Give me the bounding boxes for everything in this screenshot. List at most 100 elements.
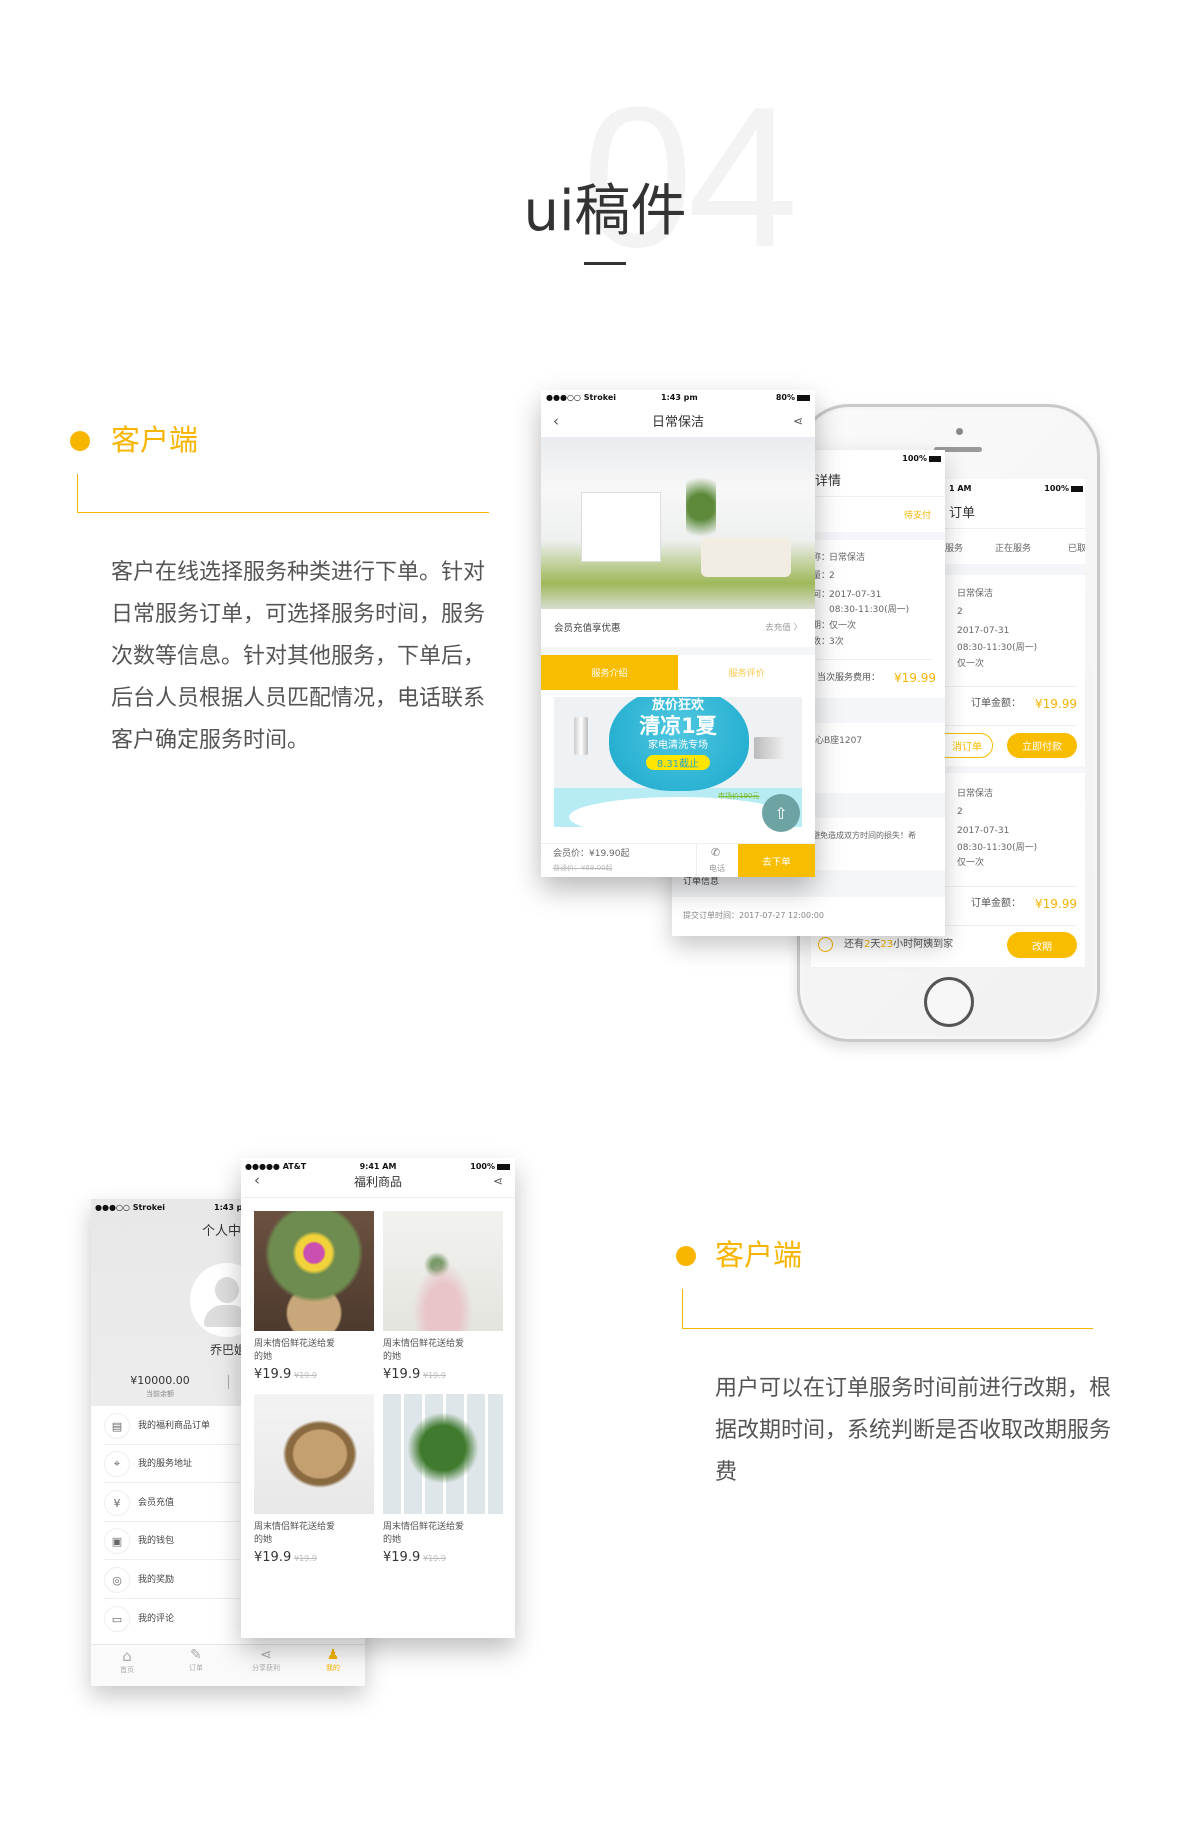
order-info-heading: 订单信息: [683, 877, 720, 887]
place-order-button[interactable]: 去下单: [738, 844, 815, 877]
status-time: 1 AM: [949, 484, 972, 493]
field-value: 日常保洁: [829, 553, 866, 563]
battery-icon: [797, 395, 810, 401]
order-icon: ✎: [190, 1647, 202, 1663]
product-card[interactable]: 周末情侣鲜花送给爱 的她 ¥19.9 ¥19.9: [254, 1211, 374, 1381]
divider: [77, 474, 78, 512]
battery-icon: [929, 456, 941, 462]
detail-title: 详情: [815, 474, 842, 489]
promo-label: 会员充值享优惠: [554, 623, 621, 634]
pay-now-button[interactable]: 立即付款: [1007, 733, 1077, 758]
cleaning-hero-image: [541, 437, 815, 609]
amount-label: 订单金额：: [971, 898, 1021, 909]
bento-image: [254, 1394, 374, 1514]
order-field: 日常保洁: [957, 789, 994, 799]
divider: [682, 1289, 683, 1328]
section1-title: 客户端: [111, 423, 199, 457]
flowers-image: [383, 1211, 503, 1331]
product-card[interactable]: 周末情侣鲜花送给爱 的她 ¥19.9 ¥19.9: [383, 1211, 503, 1381]
fee-label: 当次服务费用：: [817, 673, 881, 683]
clock-icon: [818, 937, 833, 952]
tab-mine[interactable]: ♟ 我的: [313, 1647, 353, 1685]
product-price: ¥19.9: [254, 1367, 292, 1382]
plant: [686, 467, 716, 547]
balance-label: 当前余额: [146, 1390, 174, 1398]
product-old-price: ¥19.9: [423, 1554, 446, 1563]
status-carrier: ●●●○○ Strokei: [95, 1203, 165, 1212]
section-number: 04: [582, 66, 798, 289]
home-icon: ⌂: [122, 1647, 132, 1665]
field-value: 仅一次: [829, 621, 857, 631]
product-card[interactable]: 周末情侣鲜花送给爱 的她 ¥19.9 ¥19.9: [254, 1394, 374, 1564]
product-old-price: ¥19.9: [294, 1554, 317, 1563]
submit-time: 提交订单时间：2017-07-27 12:00:00: [683, 911, 824, 920]
tab-service-reviews[interactable]: 服务评价: [678, 655, 815, 690]
menu-label: 我的钱包: [138, 1536, 175, 1546]
order-field: 日常保洁: [957, 589, 994, 599]
tab-share[interactable]: ⋖ 分享获利: [241, 1647, 291, 1685]
coins-icon: ◎: [104, 1567, 130, 1593]
title-underline: [584, 262, 626, 265]
product-name: 的她: [383, 1352, 402, 1362]
tab-home[interactable]: ⌂ 首页: [107, 1647, 147, 1685]
field-value: 2017-07-31: [829, 590, 882, 600]
tab-orders[interactable]: ✎ 订单: [176, 1647, 216, 1685]
plant-vase-image: [383, 1394, 503, 1514]
bullet-dot: [676, 1246, 696, 1266]
recharge-link[interactable]: 去充值 〉: [765, 624, 802, 633]
tab-service-intro[interactable]: 服务介绍: [541, 655, 678, 690]
fridge-image: [574, 717, 588, 755]
normal-price: 普通价：¥69.00起: [553, 864, 613, 872]
status-battery: 80%: [775, 393, 795, 402]
member-price: 会员价：¥19.90起: [553, 849, 630, 859]
product-name: 的她: [254, 1352, 273, 1362]
tab-cancelled[interactable]: 已取: [1068, 545, 1085, 554]
call-button[interactable]: ✆ 电话: [696, 844, 738, 877]
yen-icon: ¥: [104, 1490, 130, 1516]
battery-icon: [497, 1164, 510, 1170]
menu-label: 我的奖励: [138, 1575, 175, 1585]
product-old-price: ¥19.9: [294, 1371, 317, 1380]
order-status: 待支付: [903, 511, 931, 521]
product-name: 周末情侣鲜花送给爱: [254, 1522, 336, 1532]
tab-bar: ⌂ 首页 ✎ 订单 ⋖ 分享获利 ♟ 我的: [91, 1644, 365, 1686]
status-battery: 100%: [1044, 484, 1069, 493]
home-button[interactable]: [924, 977, 974, 1027]
page-title: ui稿件: [523, 179, 687, 244]
product-name: 周末情侣鲜花送给爱: [383, 1522, 465, 1532]
notice-text: 避免造成双方时间的损失！希: [812, 831, 916, 840]
nav-title: 福利商品: [353, 1175, 402, 1189]
product-price: ¥19.9: [254, 1550, 292, 1565]
comment-icon: ▭: [104, 1606, 130, 1632]
share-icon: ⋖: [260, 1647, 272, 1663]
bouquet-image: [254, 1211, 374, 1331]
product-name: 的她: [383, 1535, 402, 1545]
scroll-top-icon[interactable]: ⇧: [762, 794, 800, 832]
reschedule-button[interactable]: 改期: [1007, 932, 1077, 958]
share-icon[interactable]: ⋖: [493, 1175, 503, 1187]
field-value: 08:30-11:30(周一): [829, 605, 910, 615]
banner-line1: 放价狂欢: [651, 698, 704, 713]
tab-in-service[interactable]: 正在服务: [995, 545, 1031, 554]
welfare-goods-screen: ●●●●● AT&T 9:41 AM 100% ‹ 福利商品 ⋖ 周末情侣鲜花送…: [241, 1158, 515, 1638]
order-field: 2017-07-31: [957, 626, 1010, 636]
banner-line2: 清凉1夏: [639, 714, 717, 738]
tab-label: 我的: [326, 1664, 340, 1672]
shelf: [581, 492, 661, 562]
status-battery: 100%: [902, 454, 927, 463]
camera: [956, 428, 963, 435]
balance-amount: ¥10000.00: [130, 1374, 190, 1387]
banner-deadline: 8.31截止: [646, 755, 710, 770]
share-icon[interactable]: ⋖: [793, 415, 803, 427]
user-icon: ♟: [326, 1647, 340, 1663]
call-label: 电话: [709, 864, 725, 873]
bullet-dot: [70, 431, 90, 451]
nav-title: 日常保洁: [651, 415, 704, 430]
menu-label: 会员充值: [138, 1498, 175, 1508]
product-card[interactable]: 周末情侣鲜花送给爱 的她 ¥19.9 ¥19.9: [383, 1394, 503, 1564]
tab-pending[interactable]: 服务: [945, 545, 963, 554]
order-amount: ¥19.99: [1035, 897, 1077, 911]
wallet-icon: ▣: [104, 1528, 130, 1554]
status-carrier: ●●●○○ Strokei: [546, 393, 616, 402]
product-name: 周末情侣鲜花送给爱: [254, 1339, 336, 1349]
